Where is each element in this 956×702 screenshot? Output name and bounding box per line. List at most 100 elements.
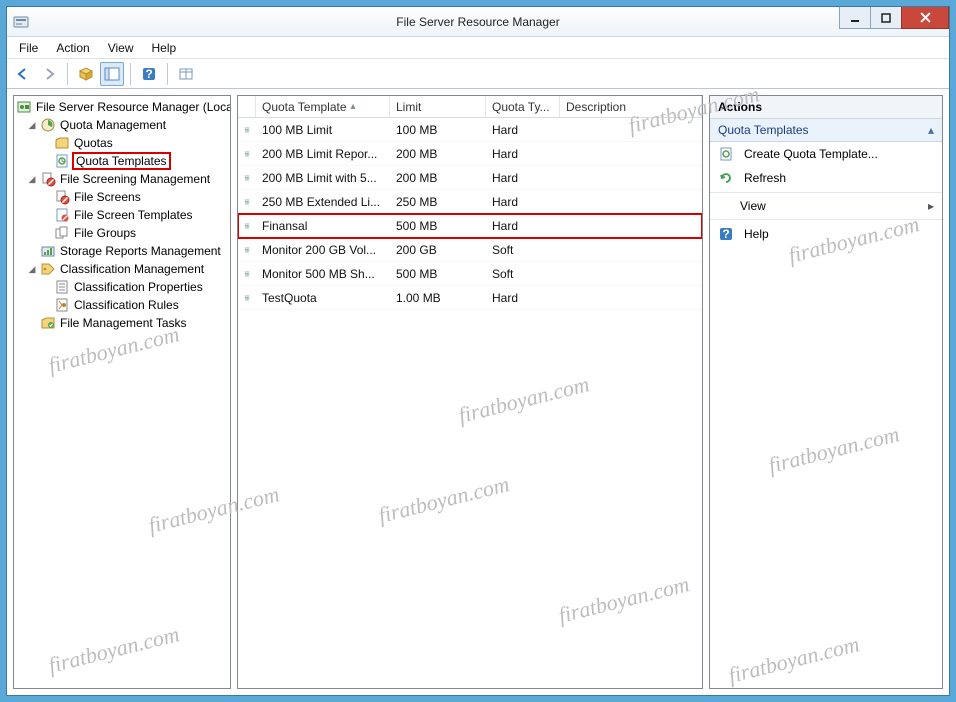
toolbar: ?: [7, 59, 949, 89]
close-button[interactable]: [901, 7, 949, 29]
menu-view[interactable]: View: [100, 39, 142, 57]
column-label: Quota Template: [262, 100, 347, 114]
tree-label: File Screens: [74, 190, 141, 204]
tree-label: Quota Management: [60, 118, 166, 132]
table-row[interactable]: Monitor 500 MB Sh...500 MBSoft: [238, 262, 702, 286]
back-button[interactable]: [11, 62, 35, 86]
tree-classification-management[interactable]: ◢ Classification Management: [14, 260, 230, 278]
tree-label: Storage Reports Management: [60, 244, 221, 258]
cell-quota-template: Finansal: [256, 219, 390, 233]
cell-quota-type: Hard: [486, 291, 560, 305]
body: File Server Resource Manager (Local) ◢ Q…: [7, 89, 949, 695]
tree-label: Classification Rules: [74, 298, 179, 312]
classification-properties-icon: [54, 279, 70, 295]
tree-quotas[interactable]: Quotas: [14, 134, 230, 152]
tree-quota-templates[interactable]: Quota Templates: [14, 152, 230, 170]
tree-label: File Server Resource Manager (Local): [36, 100, 230, 114]
action-label: Refresh: [744, 171, 786, 185]
expand-icon[interactable]: ◢: [26, 263, 38, 275]
menu-action[interactable]: Action: [48, 39, 97, 57]
classification-icon: [40, 261, 56, 277]
tree-file-screens[interactable]: File Screens: [14, 188, 230, 206]
cell-quota-template: 200 MB Limit with 5...: [256, 171, 390, 185]
action-refresh[interactable]: Refresh: [710, 166, 942, 190]
result-list[interactable]: Quota Template▴ Limit Quota Ty... Descri…: [237, 95, 703, 689]
cell-quota-template: TestQuota: [256, 291, 390, 305]
cell-quota-type: Soft: [486, 267, 560, 281]
cell-quota-type: Hard: [486, 171, 560, 185]
separator: [710, 219, 942, 220]
toolbar-separator: [167, 63, 168, 85]
tree-classification-rules[interactable]: Classification Rules: [14, 296, 230, 314]
action-help[interactable]: ? Help: [710, 222, 942, 246]
column-quota-template[interactable]: Quota Template▴: [256, 96, 390, 117]
cell-quota-template: 250 MB Extended Li...: [256, 195, 390, 209]
svg-text:?: ?: [722, 227, 729, 241]
maximize-button[interactable]: [870, 7, 902, 29]
column-label: Quota Ty...: [492, 100, 550, 114]
tree-file-management-tasks[interactable]: File Management Tasks: [14, 314, 230, 332]
row-icon: [238, 146, 256, 162]
menu-file[interactable]: File: [11, 39, 46, 57]
column-label: Limit: [396, 100, 421, 114]
submenu-arrow-icon: ▸: [928, 199, 934, 213]
forward-button[interactable]: [37, 62, 61, 86]
cell-quota-template: 100 MB Limit: [256, 123, 390, 137]
column-quota-type[interactable]: Quota Ty...: [486, 96, 560, 117]
tree-classification-properties[interactable]: Classification Properties: [14, 278, 230, 296]
quota-mgmt-icon: [40, 117, 56, 133]
column-icon[interactable]: [238, 96, 256, 117]
help-button[interactable]: ?: [137, 62, 161, 86]
cell-limit: 1.00 MB: [390, 291, 486, 305]
console-tree[interactable]: File Server Resource Manager (Local) ◢ Q…: [13, 95, 231, 689]
cell-limit: 200 GB: [390, 243, 486, 257]
column-label: Description: [566, 100, 626, 114]
cell-quota-type: Hard: [486, 195, 560, 209]
table-row[interactable]: 200 MB Limit with 5...200 MBHard: [238, 166, 702, 190]
tree-label: Quota Templates: [74, 154, 169, 168]
file-screening-icon: [40, 171, 56, 187]
table-row[interactable]: Finansal500 MBHard: [238, 214, 702, 238]
actions-header: Actions: [710, 96, 942, 119]
file-groups-icon: [54, 225, 70, 241]
window-title: File Server Resource Manager: [7, 15, 949, 29]
row-icon: [238, 170, 256, 186]
minimize-button[interactable]: [839, 7, 871, 29]
tree-file-groups[interactable]: File Groups: [14, 224, 230, 242]
table-row[interactable]: 200 MB Limit Repor...200 MBHard: [238, 142, 702, 166]
column-limit[interactable]: Limit: [390, 96, 486, 117]
separator: [710, 192, 942, 193]
column-description[interactable]: Description: [560, 96, 702, 117]
table-row[interactable]: Monitor 200 GB Vol...200 GBSoft: [238, 238, 702, 262]
tree-label: Quotas: [74, 136, 113, 150]
tree-file-screen-templates[interactable]: File Screen Templates: [14, 206, 230, 224]
tree-storage-reports[interactable]: Storage Reports Management: [14, 242, 230, 260]
action-view[interactable]: View ▸: [710, 195, 942, 217]
help-icon: ?: [718, 226, 734, 242]
cell-limit: 500 MB: [390, 267, 486, 281]
expand-icon[interactable]: ◢: [26, 119, 38, 131]
cell-quota-type: Hard: [486, 147, 560, 161]
table-row[interactable]: TestQuota1.00 MBHard: [238, 286, 702, 310]
titlebar[interactable]: File Server Resource Manager: [7, 7, 949, 37]
actions-group-header[interactable]: Quota Templates ▴: [710, 119, 942, 142]
column-headers: Quota Template▴ Limit Quota Ty... Descri…: [238, 96, 702, 118]
menu-help[interactable]: Help: [144, 39, 185, 57]
tree-root[interactable]: File Server Resource Manager (Local): [14, 98, 230, 116]
tree-quota-management[interactable]: ◢ Quota Management: [14, 116, 230, 134]
expand-icon[interactable]: ◢: [26, 173, 38, 185]
properties-button[interactable]: [74, 62, 98, 86]
show-hide-console-tree-button[interactable]: [100, 62, 124, 86]
menubar: File Action View Help: [7, 37, 949, 59]
tree-file-screening-management[interactable]: ◢ File Screening Management: [14, 170, 230, 188]
actions-group-label: Quota Templates: [718, 123, 809, 137]
cell-quota-template: Monitor 200 GB Vol...: [256, 243, 390, 257]
tree-label: Classification Properties: [74, 280, 203, 294]
table-row[interactable]: 100 MB Limit100 MBHard: [238, 118, 702, 142]
create-template-icon: [718, 146, 734, 162]
custom-view-button[interactable]: [174, 62, 198, 86]
action-create-quota-template[interactable]: Create Quota Template...: [710, 142, 942, 166]
table-row[interactable]: 250 MB Extended Li...250 MBHard: [238, 190, 702, 214]
file-screen-templates-icon: [54, 207, 70, 223]
toolbar-separator: [67, 63, 68, 85]
